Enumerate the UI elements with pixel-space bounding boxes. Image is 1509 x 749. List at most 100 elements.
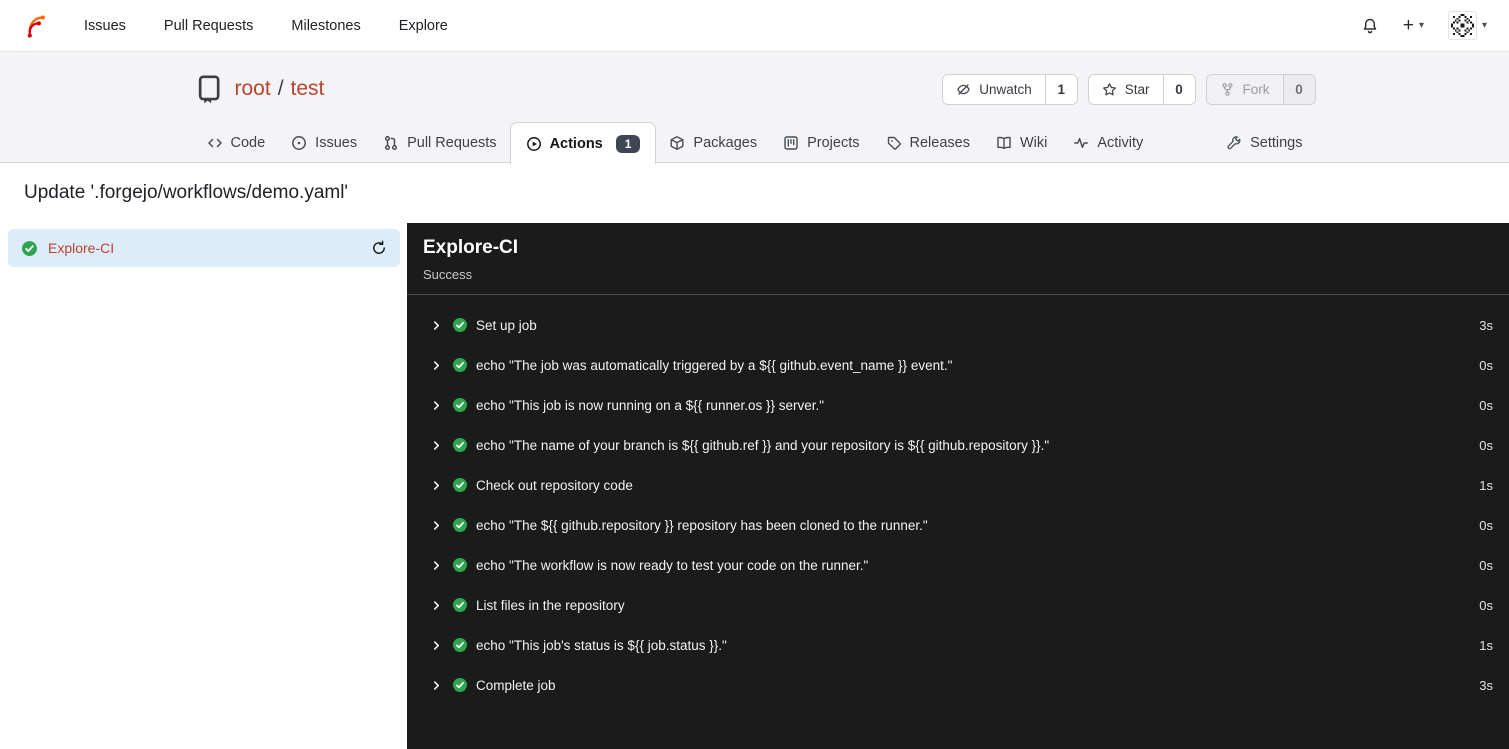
step-row[interactable]: Check out repository code 1s — [407, 465, 1509, 505]
step-name: echo "This job is now running on a ${{ r… — [476, 397, 825, 413]
forgejo-logo[interactable] — [22, 13, 48, 39]
step-row[interactable]: Complete job 3s — [407, 665, 1509, 705]
tab-label: Projects — [807, 134, 860, 151]
check-circle-icon — [452, 557, 468, 573]
tab-wiki[interactable]: Wiki — [983, 122, 1060, 163]
notifications-button[interactable] — [1361, 17, 1379, 35]
top-navbar: Issues Pull Requests Milestones Explore … — [0, 0, 1509, 52]
tab-actions[interactable]: Actions 1 — [509, 122, 657, 164]
package-icon — [669, 135, 685, 151]
step-name: Set up job — [476, 317, 537, 333]
repo-icon — [194, 74, 224, 104]
repo-action-buttons: Unwatch 1 Star 0 Fork 0 — [942, 73, 1316, 105]
step-name: echo "The workflow is now ready to test … — [476, 557, 869, 573]
step-name: List files in the repository — [476, 597, 625, 613]
step-row[interactable]: echo "This job's status is ${{ job.statu… — [407, 625, 1509, 665]
play-circle-icon — [526, 136, 542, 152]
tab-packages[interactable]: Packages — [656, 122, 770, 163]
user-menu-button[interactable]: ▾ — [1447, 11, 1487, 40]
fork-label: Fork — [1242, 81, 1270, 97]
step-name: Check out repository code — [476, 477, 633, 493]
star-label: Star — [1124, 81, 1150, 97]
tab-label: Issues — [315, 134, 358, 151]
topnav-item[interactable]: Issues — [84, 18, 126, 34]
refresh-button[interactable] — [371, 240, 387, 256]
tag-icon — [886, 135, 902, 151]
check-circle-icon — [452, 357, 468, 373]
eye-slash-icon — [956, 82, 971, 97]
tab-label: Releases — [909, 134, 970, 151]
tab-label: Wiki — [1019, 134, 1048, 151]
tab-issues[interactable]: Issues — [278, 122, 370, 163]
step-duration: 3s — [1479, 677, 1493, 693]
sidebar-job-explore-ci[interactable]: Explore-CI — [8, 229, 400, 267]
star-button[interactable]: Star — [1088, 74, 1163, 104]
check-circle-icon — [452, 317, 468, 333]
chevron-right-icon — [431, 400, 442, 411]
step-duration: 0s — [1479, 557, 1493, 573]
job-status: Success — [423, 267, 473, 282]
check-circle-icon — [452, 517, 468, 533]
stars-count[interactable]: 0 — [1162, 74, 1195, 104]
check-circle-icon — [452, 477, 468, 493]
check-circle-icon — [452, 637, 468, 653]
tab-label: Settings — [1250, 134, 1303, 151]
topnav-right: + ▾ ▾ — [1361, 11, 1487, 40]
tab-label: Packages — [693, 134, 758, 151]
check-circle-icon — [452, 437, 468, 453]
step-list: Set up job 3s echo "The job was automati… — [407, 295, 1509, 715]
repo-header: root / test Unwatch 1 Star 0 Fork 0 Code… — [0, 52, 1509, 164]
star-button-group: Star 0 — [1087, 73, 1196, 105]
step-duration: 3s — [1479, 317, 1493, 333]
check-circle-icon — [452, 397, 468, 413]
step-row[interactable]: echo "The name of your branch is ${{ git… — [407, 425, 1509, 465]
step-name: echo "The ${{ github.repository }} repos… — [476, 517, 928, 533]
topnav-item[interactable]: Milestones — [291, 18, 360, 34]
watchers-count[interactable]: 1 — [1044, 74, 1077, 104]
tab-activity[interactable]: Activity — [1060, 122, 1156, 163]
tab-releases[interactable]: Releases — [873, 122, 983, 163]
topnav-item[interactable]: Explore — [399, 18, 448, 34]
repo-tabs: Code Issues Pull Requests Actions 1 Pack… — [194, 122, 1316, 164]
issue-icon — [291, 135, 307, 151]
plus-icon: + — [1402, 15, 1414, 36]
job-log-header: Explore-CI Success — [407, 223, 1509, 295]
tab-projects[interactable]: Projects — [770, 122, 872, 163]
star-icon — [1102, 82, 1117, 97]
tab-label: Pull Requests — [407, 134, 497, 151]
step-name: echo "The name of your branch is ${{ git… — [476, 437, 1050, 453]
create-new-button[interactable]: + ▾ — [1403, 16, 1424, 35]
tab-label: Activity — [1097, 134, 1144, 151]
pulse-icon — [1073, 135, 1089, 151]
unwatch-button[interactable]: Unwatch — [943, 74, 1045, 104]
caret-down-icon: ▾ — [1481, 20, 1487, 31]
chevron-right-icon — [431, 600, 442, 611]
step-row[interactable]: echo "The job was automatically triggere… — [407, 345, 1509, 385]
unwatch-label: Unwatch — [979, 81, 1032, 97]
step-row[interactable]: echo "This job is now running on a ${{ r… — [407, 385, 1509, 425]
job-title: Explore-CI — [423, 237, 519, 258]
step-duration: 1s — [1479, 637, 1493, 653]
fork-button[interactable]: Fork — [1206, 74, 1283, 104]
step-row[interactable]: Set up job 3s — [407, 305, 1509, 345]
repo-owner-link[interactable]: root — [235, 77, 271, 101]
step-duration: 0s — [1479, 357, 1493, 373]
check-circle-icon — [452, 677, 468, 693]
tab-code[interactable]: Code — [194, 122, 279, 163]
job-log-panel: Explore-CI Success Set up job 3s echo "T… — [407, 223, 1509, 749]
step-row[interactable]: echo "The ${{ github.repository }} repos… — [407, 505, 1509, 545]
tab-settings[interactable]: Settings — [1213, 122, 1315, 163]
watch-button-group: Unwatch 1 — [942, 73, 1078, 105]
step-row[interactable]: List files in the repository 0s — [407, 585, 1509, 625]
actions-run-view: Explore-CI Explore-CI Success Set up job… — [0, 223, 1509, 749]
topnav-item[interactable]: Pull Requests — [164, 18, 253, 34]
step-duration: 0s — [1479, 397, 1493, 413]
step-row[interactable]: echo "The workflow is now ready to test … — [407, 545, 1509, 585]
tab-pull-requests[interactable]: Pull Requests — [370, 122, 509, 163]
chevron-right-icon — [431, 360, 442, 371]
repo-name-link[interactable]: test — [291, 77, 325, 101]
step-duration: 0s — [1479, 597, 1493, 613]
pull-request-icon — [383, 135, 399, 151]
forks-count[interactable]: 0 — [1282, 74, 1315, 104]
job-label: Explore-CI — [48, 240, 115, 256]
